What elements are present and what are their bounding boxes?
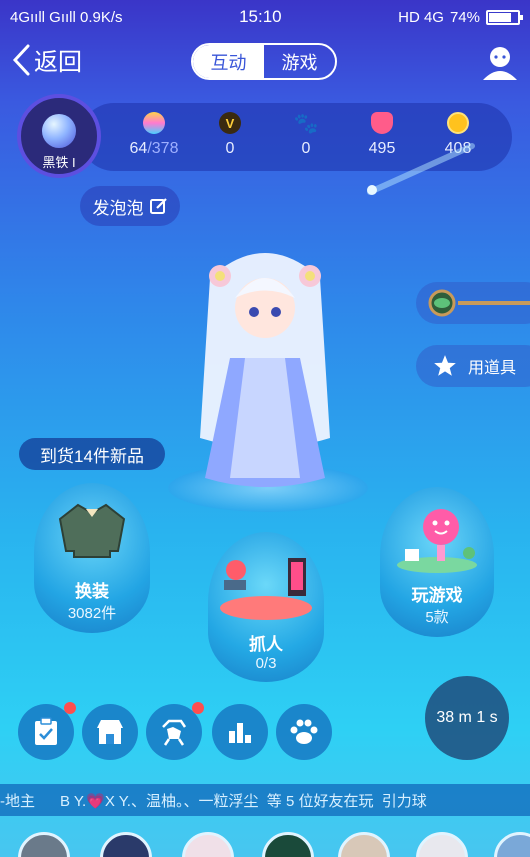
shop-button[interactable]: [82, 704, 138, 760]
use-item-label: 用道具: [468, 360, 517, 377]
avatar[interactable]: [494, 832, 530, 857]
back-button[interactable]: 返回: [10, 42, 82, 77]
mode-tabs: 互动 游戏: [191, 43, 337, 80]
avatar[interactable]: [182, 832, 234, 857]
battery-icon: [486, 9, 523, 25]
clock: 15:10: [239, 7, 282, 26]
pet-face-icon: [143, 112, 165, 134]
flower-icon: [371, 112, 393, 134]
game-scene-icon: [397, 509, 477, 573]
clipboard-check-icon: [35, 717, 57, 745]
stat-pets[interactable]: 64/378: [124, 112, 184, 158]
status-bar: 4Gııll Gııll 0.9K/s 15:10 HD 4G 74%: [0, 0, 530, 34]
ranking-button[interactable]: [212, 704, 268, 760]
new-items-tip[interactable]: 到货14件新品: [19, 438, 165, 470]
character-avatar[interactable]: [190, 238, 340, 498]
catch-count: 0/3: [255, 655, 277, 672]
post-bubble-button[interactable]: 发泡泡: [80, 186, 180, 226]
countdown-timer[interactable]: 38 m 1 s: [425, 676, 509, 760]
stat-pets-value: 64: [129, 140, 148, 157]
avatar[interactable]: [262, 832, 314, 857]
chevron-left-icon: [12, 44, 30, 75]
pet-button[interactable]: [276, 704, 332, 760]
friends-ticker[interactable]: -地主 B Y.💗X Y.、温柚。、一粒浮尘 等 5 位好友在玩 引力球: [0, 784, 530, 816]
avatar[interactable]: [100, 832, 152, 857]
slider-tool-button[interactable]: [416, 282, 530, 324]
avatar[interactable]: [338, 832, 390, 857]
stat-paw-value: 0: [301, 140, 311, 157]
catch-button[interactable]: 抓人 0/3: [208, 532, 324, 682]
back-label: 返回: [34, 49, 82, 76]
rank-label: 黑铁 I: [42, 155, 76, 170]
bar-chart-icon: [229, 723, 251, 743]
friend-avatars: [0, 828, 530, 857]
play-games-count: 5款: [425, 609, 449, 626]
profile-icon[interactable]: [480, 42, 520, 82]
shop-icon: [97, 720, 123, 744]
carousel-horse-icon: [162, 719, 187, 746]
comet-decoration: [367, 143, 475, 195]
network-indicator: 4Gııll Gııll 0.9K/s: [10, 8, 123, 26]
friends-ticker-text: -地主 B Y.💗X Y.、温柚。、一粒浮尘 等 5 位好友在玩 引力球: [0, 792, 427, 810]
post-bubble-label: 发泡泡: [92, 198, 144, 218]
paw-icon: 🐾: [293, 112, 319, 135]
stat-pets-total: /378: [147, 140, 179, 157]
play-games-title: 玩游戏: [411, 586, 463, 605]
rank-orb-icon: [42, 114, 76, 148]
tab-interact[interactable]: 互动: [193, 45, 264, 78]
catch-title: 抓人: [249, 635, 283, 654]
stat-v[interactable]: V 0: [200, 112, 260, 158]
dress-up-count: 3082件: [67, 605, 117, 622]
dress-up-title: 换装: [75, 582, 109, 601]
play-games-button[interactable]: 玩游戏 5款: [380, 487, 494, 637]
paw-icon: [290, 719, 318, 744]
tasks-badge: [64, 702, 76, 714]
stat-v-value: 0: [225, 140, 235, 157]
carousel-button[interactable]: [146, 702, 204, 760]
status-right: HD 4G 74%: [398, 8, 523, 26]
use-item-button[interactable]: 用道具: [416, 345, 530, 387]
star-icon: [434, 355, 456, 376]
dress-up-button[interactable]: 换装 3082件: [34, 483, 150, 633]
avatar[interactable]: [18, 832, 70, 857]
tab-games[interactable]: 游戏: [264, 45, 335, 78]
jacket-icon: [58, 503, 126, 558]
avatar[interactable]: [416, 832, 468, 857]
tasks-button[interactable]: [18, 702, 76, 760]
battery-percent: 74%: [449, 8, 480, 26]
v-badge-icon: V: [219, 112, 241, 134]
catch-scene-icon: [220, 558, 312, 620]
coin-icon: [447, 112, 469, 134]
carousel-badge: [192, 702, 204, 714]
edit-icon: [149, 198, 167, 214]
key-slider-icon: [428, 289, 530, 317]
rank-badge[interactable]: 黑铁 I: [17, 94, 101, 178]
stat-paw[interactable]: 🐾 0: [276, 112, 336, 158]
status-indicators: HD 4G: [398, 8, 444, 26]
